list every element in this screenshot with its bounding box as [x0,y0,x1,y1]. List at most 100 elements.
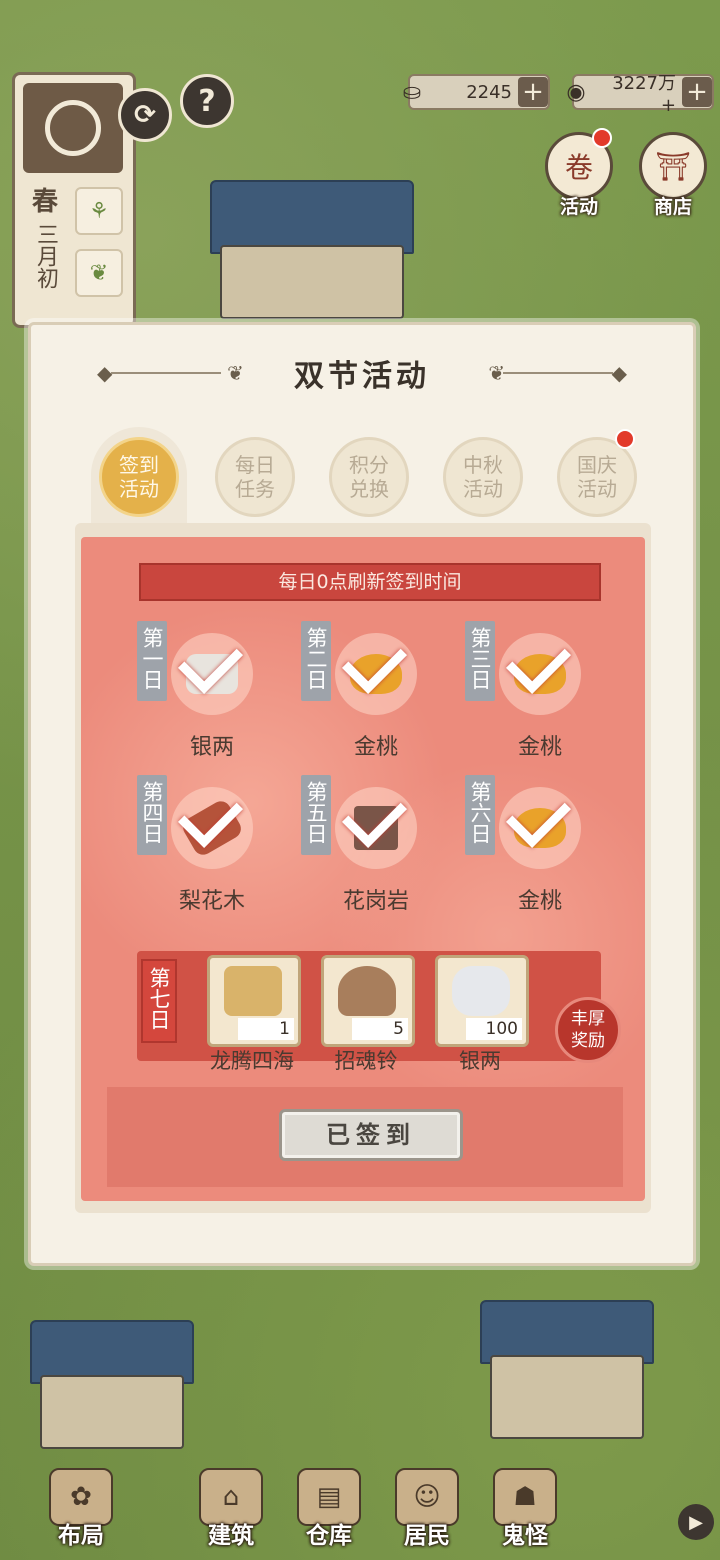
day-5-slot[interactable]: 第五日 花岗岩 [301,775,461,915]
reward-count: 5 [352,1018,408,1040]
reward-name: 金桃 [517,889,562,914]
day-tag: 第四日 [137,775,167,855]
tab-label: 每日任务 [235,453,275,501]
day-tag: 第二日 [301,621,331,701]
day-tag-text: 第七日 [147,967,171,1030]
silver-ingot-icon: ⛀ [402,79,422,105]
ornament-icon: ◆ [611,361,627,385]
reward-circle [335,782,417,869]
day-4-slot[interactable]: 第四日 梨花木 [137,775,297,915]
nav-warehouse[interactable]: ▤ 仓库 [284,1468,374,1550]
season-icons: ⚘ ❦ [75,187,123,311]
season-info: 春 三月初 [23,185,67,315]
nav-label: 建筑 [208,1523,254,1549]
day-tag: 第六日 [465,775,495,855]
nav-building[interactable]: ⌂ 建筑 [186,1468,276,1550]
sun-icon [45,100,101,156]
day-tag-text: 第五日 [304,781,328,844]
silver-counter: ⛀ 2245 + [403,74,550,110]
cabbage-icon: ❦ [75,249,123,297]
nav-label: 鬼怪 [502,1523,548,1549]
season-name: 春 [31,187,58,217]
day-tag-text: 第三日 [468,627,492,690]
activity-label: 活动 [559,196,598,218]
reward-circle [171,628,253,715]
add-silver-button[interactable]: + [518,77,548,107]
nav-label: 布局 [58,1523,104,1549]
help-button[interactable]: ? [180,74,234,128]
reward-circle [335,628,417,715]
reward-name: 银两 [459,1049,501,1073]
building [490,1355,644,1439]
tab-sign-in[interactable]: 签到活动 [99,437,179,517]
reward-circle [499,628,581,715]
reward-name: 金桃 [517,735,562,760]
activity-button[interactable]: 卷 活动 [544,128,614,219]
tab-points-exchange[interactable]: 积分兑换 [329,437,409,517]
reward-circle [171,782,253,869]
nav-residents[interactable]: ☺ 居民 [382,1468,472,1550]
day-tag: 第三日 [465,621,495,701]
treasure-chest-icon [224,966,282,1016]
sprout-icon: ⚘ [75,187,123,235]
day-tag: 第一日 [137,621,167,701]
bottom-nav: ✿ 布局 ⌂ 建筑 ▤ 仓库 ☺ 居民 ☗ 鬼怪 ▶ [0,1450,720,1560]
tab-label: 中秋活动 [463,453,503,501]
day-tag-text: 第四日 [140,781,164,844]
shop-icon: ⛩ [639,132,707,200]
day-tag: 第七日 [141,959,177,1043]
reward-name: 银两 [189,735,234,760]
add-coin-button[interactable]: + [682,77,712,107]
tab-mid-autumn[interactable]: 中秋活动 [443,437,523,517]
tab-label: 积分兑换 [349,453,389,501]
bonus-reward-badge: 丰厚奖励 [555,997,621,1063]
sign-in-content: 每日0点刷新签到时间 第一日 银两 第二日 金桃 第三日 金桃 第四日 梨花木 … [75,523,651,1213]
reward-card[interactable]: 100 [435,955,529,1047]
reward-card[interactable]: 1 [207,955,301,1047]
sign-in-board: 每日0点刷新签到时间 第一日 银两 第二日 金桃 第三日 金桃 第四日 梨花木 … [81,537,645,1201]
day-1-slot[interactable]: 第一日 银两 [137,621,297,761]
refresh-icon[interactable]: ⟳ [118,88,172,142]
reward-name: 梨花木 [178,889,245,914]
day-2-slot[interactable]: 第二日 金桃 [301,621,461,761]
tab-label: 签到活动 [119,453,159,501]
reward-name: 花岗岩 [342,889,409,914]
refresh-notice: 每日0点刷新签到时间 [139,563,601,601]
day-7-slot[interactable]: 第七日 1 龙腾四海 5 招魂铃 100 银两 丰厚奖励 [137,951,621,1073]
season-date: 三月初 [33,223,58,289]
tab-daily-tasks[interactable]: 每日任务 [215,437,295,517]
day-6-slot[interactable]: 第六日 金桃 [465,775,625,915]
shop-button[interactable]: ⛩ 商店 [638,132,708,219]
day-tag: 第五日 [301,775,331,855]
reward-name: 招魂铃 [334,1049,398,1073]
reward-name: 龙腾四海 [210,1049,294,1073]
day-tag-text: 第六日 [468,781,492,844]
silver-ingot-icon [452,966,510,1016]
nav-label: 仓库 [306,1523,352,1549]
coin-value: 3227万+ [612,72,676,116]
building-roof [210,180,414,254]
nav-layout[interactable]: ✿ 布局 [36,1468,126,1550]
weather-box [23,83,123,173]
shop-label: 商店 [653,196,692,218]
bell-icon [338,966,396,1016]
day-3-slot[interactable]: 第三日 金桃 [465,621,625,761]
title-divider [503,372,613,374]
reward-count: 100 [466,1018,522,1040]
tab-label: 国庆活动 [577,453,617,501]
nav-expand-arrow-icon[interactable]: ▶ [678,1504,714,1540]
reward-count: 1 [238,1018,294,1040]
reward-circle [499,782,581,869]
tab-bar: 签到活动 每日任务 积分兑换 中秋活动 国庆活动 [91,427,651,523]
activity-badge [592,128,612,148]
reward-card[interactable]: 5 [321,955,415,1047]
bonus-label: 丰厚奖励 [571,1009,605,1051]
silver-value: 2245 [466,81,512,103]
double-festival-modal: ◆ ❦ 双节活动 ❦ ◆ 签到活动 每日任务 积分兑换 中秋活动 国庆活动 每日… [28,322,696,1266]
national-day-badge [615,429,635,449]
nav-label: 居民 [404,1523,450,1549]
nav-ghosts[interactable]: ☗ 鬼怪 [480,1468,570,1550]
signed-button[interactable]: 已签到 [279,1109,463,1161]
day-tag-text: 第一日 [140,627,164,690]
tab-national-day[interactable]: 国庆活动 [557,437,637,517]
